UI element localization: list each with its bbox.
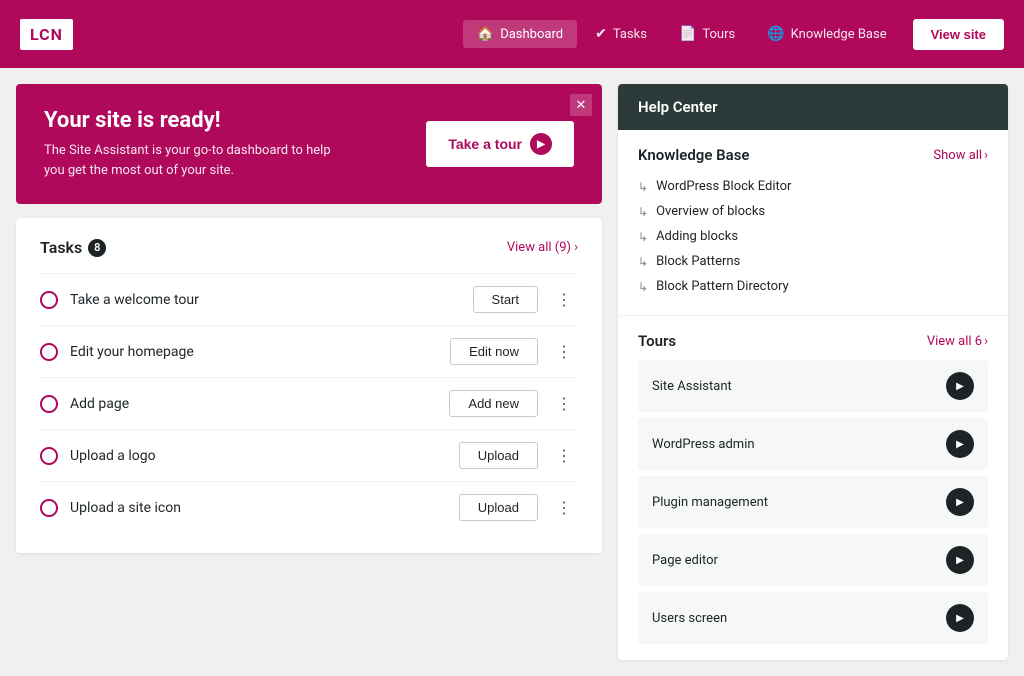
knowledge-base-icon: 🌐 xyxy=(767,26,784,42)
knowledge-base-title: Knowledge Base xyxy=(638,146,749,164)
nav-tasks[interactable]: ✔ Tasks xyxy=(581,20,661,48)
table-row: Add page Add new ⋮ xyxy=(40,377,578,429)
play-tour-button-5[interactable]: ▶ xyxy=(946,604,974,632)
right-panel: Help Center Knowledge Base Show all › ↳ … xyxy=(618,84,1008,660)
table-row: Upload a site icon Upload ⋮ xyxy=(40,481,578,533)
logo: LCN xyxy=(20,19,73,50)
task-label: Upload a logo xyxy=(70,448,447,464)
show-all-kb-link[interactable]: Show all › xyxy=(933,148,988,163)
dashboard-icon: 🏠 xyxy=(477,26,494,42)
help-center-header: Help Center xyxy=(618,84,1008,130)
chevron-right-icon: › xyxy=(984,148,988,163)
task-checkbox-4[interactable] xyxy=(40,447,58,465)
play-tour-button-1[interactable]: ▶ xyxy=(946,372,974,400)
task-more-icon-1[interactable]: ⋮ xyxy=(550,288,578,312)
task-checkbox-1[interactable] xyxy=(40,291,58,309)
left-panel: ✕ Your site is ready! The Site Assistant… xyxy=(16,84,602,660)
task-label: Add page xyxy=(70,396,437,412)
view-all-tours-link[interactable]: View all 6 › xyxy=(927,334,988,349)
hero-close-button[interactable]: ✕ xyxy=(570,94,592,116)
list-item[interactable]: Plugin management ▶ xyxy=(638,476,988,528)
tasks-title: Tasks 8 xyxy=(40,238,106,257)
table-row: Edit your homepage Edit now ⋮ xyxy=(40,325,578,377)
list-item[interactable]: ↳ Adding blocks xyxy=(638,224,988,249)
knowledge-base-section: Knowledge Base Show all › ↳ WordPress Bl… xyxy=(618,130,1008,316)
list-item[interactable]: Page editor ▶ xyxy=(638,534,988,586)
list-item[interactable]: Users screen ▶ xyxy=(638,592,988,644)
main-nav: 🏠 Dashboard ✔ Tasks 📄 Tours 🌐 Knowledge … xyxy=(463,19,1004,50)
task-more-icon-4[interactable]: ⋮ xyxy=(550,444,578,468)
task-checkbox-5[interactable] xyxy=(40,499,58,517)
header: LCN 🏠 Dashboard ✔ Tasks 📄 Tours 🌐 Knowle… xyxy=(0,0,1024,68)
list-item[interactable]: Site Assistant ▶ xyxy=(638,360,988,412)
view-site-button[interactable]: View site xyxy=(913,19,1004,50)
list-item[interactable]: WordPress admin ▶ xyxy=(638,418,988,470)
task-checkbox-2[interactable] xyxy=(40,343,58,361)
play-icon: ▶ xyxy=(530,133,552,155)
arrow-icon: ↳ xyxy=(638,280,648,294)
tasks-header: Tasks 8 View all (9) › xyxy=(40,238,578,257)
list-item[interactable]: ↳ Block Pattern Directory xyxy=(638,274,988,299)
task-label: Take a welcome tour xyxy=(70,292,461,308)
view-all-tasks-link[interactable]: View all (9) › xyxy=(507,240,578,255)
task-more-icon-5[interactable]: ⋮ xyxy=(550,496,578,520)
task-upload-logo-button[interactable]: Upload xyxy=(459,442,538,469)
hero-subtitle: The Site Assistant is your go-to dashboa… xyxy=(44,141,344,180)
arrow-icon: ↳ xyxy=(638,255,648,269)
hero-card: ✕ Your site is ready! The Site Assistant… xyxy=(16,84,602,204)
tours-section: Tours View all 6 › Site Assistant ▶ Word… xyxy=(618,316,1008,660)
tours-header: Tours View all 6 › xyxy=(638,332,988,350)
task-more-icon-2[interactable]: ⋮ xyxy=(550,340,578,364)
hero-title: Your site is ready! xyxy=(44,108,344,133)
task-checkbox-3[interactable] xyxy=(40,395,58,413)
hero-text: Your site is ready! The Site Assistant i… xyxy=(44,108,344,180)
task-edit-now-button[interactable]: Edit now xyxy=(450,338,538,365)
task-label: Edit your homepage xyxy=(70,344,438,360)
arrow-icon: ↳ xyxy=(638,180,648,194)
chevron-right-icon: › xyxy=(984,334,988,349)
tours-icon: 📄 xyxy=(679,26,696,42)
play-tour-button-3[interactable]: ▶ xyxy=(946,488,974,516)
list-item[interactable]: ↳ Block Patterns xyxy=(638,249,988,274)
help-center: Help Center Knowledge Base Show all › ↳ … xyxy=(618,84,1008,660)
knowledge-base-header: Knowledge Base Show all › xyxy=(638,146,988,164)
list-item[interactable]: ↳ Overview of blocks xyxy=(638,199,988,224)
task-more-icon-3[interactable]: ⋮ xyxy=(550,392,578,416)
task-label: Upload a site icon xyxy=(70,500,447,516)
take-a-tour-button[interactable]: Take a tour ▶ xyxy=(426,121,574,167)
arrow-icon: ↳ xyxy=(638,230,648,244)
task-start-button[interactable]: Start xyxy=(473,286,538,313)
nav-knowledge-base[interactable]: 🌐 Knowledge Base xyxy=(753,20,900,48)
nav-dashboard[interactable]: 🏠 Dashboard xyxy=(463,20,577,48)
table-row: Take a welcome tour Start ⋮ xyxy=(40,273,578,325)
main-content: ✕ Your site is ready! The Site Assistant… xyxy=(0,68,1024,676)
tours-title: Tours xyxy=(638,332,676,350)
task-upload-icon-button[interactable]: Upload xyxy=(459,494,538,521)
list-item[interactable]: ↳ WordPress Block Editor xyxy=(638,174,988,199)
play-tour-button-2[interactable]: ▶ xyxy=(946,430,974,458)
tasks-card: Tasks 8 View all (9) › Take a welcome to… xyxy=(16,218,602,553)
tasks-icon: ✔ xyxy=(595,26,607,42)
arrow-icon: ↳ xyxy=(638,205,648,219)
nav-tours[interactable]: 📄 Tours xyxy=(665,20,749,48)
task-add-new-button[interactable]: Add new xyxy=(449,390,538,417)
table-row: Upload a logo Upload ⋮ xyxy=(40,429,578,481)
play-tour-button-4[interactable]: ▶ xyxy=(946,546,974,574)
chevron-right-icon: › xyxy=(574,240,578,255)
task-count-badge: 8 xyxy=(88,239,106,257)
